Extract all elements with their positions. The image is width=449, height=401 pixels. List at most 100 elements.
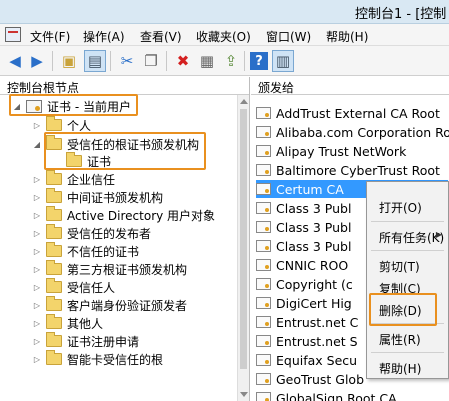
collapsed-triangle-icon[interactable]: ▷ bbox=[32, 301, 42, 310]
context-menu-separator bbox=[371, 352, 444, 353]
collapsed-triangle-icon[interactable]: ▷ bbox=[32, 229, 42, 238]
scroll-thumb[interactable] bbox=[240, 109, 247, 369]
tree-item-label: 证书注册申请 bbox=[67, 334, 140, 349]
menu-action[interactable]: 操作(A) bbox=[83, 28, 125, 45]
export-icon[interactable]: ⇪ bbox=[220, 50, 242, 72]
collapsed-triangle-icon[interactable]: ▷ bbox=[32, 121, 42, 130]
cert-row[interactable]: Baltimore CyberTrust Root bbox=[256, 161, 448, 179]
cert-name: Copyright (c bbox=[276, 276, 353, 292]
cert-row[interactable]: Equifax Secu bbox=[256, 351, 366, 369]
collapsed-triangle-icon[interactable]: ▷ bbox=[32, 355, 42, 364]
title-bar: 控制台1 - [控制 bbox=[0, 0, 449, 24]
tree-item-client-auth-issuers[interactable]: ▷ 客户端身份验证颁发者 bbox=[32, 296, 187, 314]
cut-icon[interactable]: ✂ bbox=[116, 50, 138, 72]
certificate-icon bbox=[256, 335, 271, 347]
tree-item-other-people[interactable]: ▷ 其他人 bbox=[32, 314, 103, 332]
menu-view[interactable]: 查看(V) bbox=[140, 28, 182, 45]
collapsed-triangle-icon[interactable]: ▷ bbox=[32, 283, 42, 292]
context-menu-cut[interactable]: 剪切(T) bbox=[379, 258, 420, 275]
cert-name: Class 3 Publ bbox=[276, 200, 352, 216]
cert-row[interactable]: Class 3 Publ bbox=[256, 199, 366, 217]
cert-name: AddTrust External CA Root bbox=[276, 105, 440, 121]
certificate-icon bbox=[256, 202, 271, 214]
collapsed-triangle-icon[interactable]: ▷ bbox=[32, 319, 42, 328]
tree-item-label: 企业信任 bbox=[67, 172, 116, 187]
collapsed-triangle-icon[interactable]: ▷ bbox=[32, 175, 42, 184]
tree-scrollbar[interactable] bbox=[237, 95, 249, 401]
properties-icon[interactable]: ▦ bbox=[196, 50, 218, 72]
context-menu-separator bbox=[371, 250, 444, 251]
cert-row[interactable]: Class 3 Publ bbox=[256, 237, 366, 255]
show-tree-icon[interactable]: ▤ bbox=[84, 50, 106, 72]
certificate-icon bbox=[256, 183, 271, 195]
certificate-icon bbox=[256, 373, 271, 385]
folder-icon bbox=[46, 350, 62, 365]
up-folder-icon[interactable]: ▣ bbox=[58, 50, 80, 72]
tree-item-label: 智能卡受信任的根 bbox=[67, 352, 164, 367]
copy-icon[interactable]: ❐ bbox=[140, 50, 162, 72]
menu-favorites[interactable]: 收藏夹(O) bbox=[196, 28, 251, 45]
context-menu-help[interactable]: 帮助(H) bbox=[379, 360, 421, 377]
collapsed-triangle-icon[interactable]: ▷ bbox=[32, 247, 42, 256]
help-icon[interactable]: ? bbox=[250, 52, 268, 70]
tree-item-trusted-publishers[interactable]: ▷ 受信任的发布者 bbox=[32, 224, 151, 242]
cert-row[interactable]: Copyright (c bbox=[256, 275, 366, 293]
cert-row[interactable]: CNNIC ROO bbox=[256, 256, 366, 274]
tree-item-smart-card-root[interactable]: ▷ 智能卡受信任的根 bbox=[32, 350, 163, 368]
tree-item-enrollment-requests[interactable]: ▷ 证书注册申请 bbox=[32, 332, 139, 350]
cert-row[interactable]: Entrust.net C bbox=[256, 313, 366, 331]
cert-row[interactable]: Entrust.net S bbox=[256, 332, 366, 350]
context-menu-properties[interactable]: 属性(R) bbox=[379, 331, 421, 348]
collapsed-triangle-icon[interactable]: ▷ bbox=[32, 265, 42, 274]
collapsed-triangle-icon[interactable]: ▷ bbox=[32, 337, 42, 346]
delete-icon[interactable]: ✖ bbox=[172, 50, 194, 72]
certificate-icon bbox=[256, 145, 271, 157]
menu-window[interactable]: 窗口(W) bbox=[266, 28, 311, 45]
folder-icon bbox=[46, 224, 62, 239]
tree-item-untrusted[interactable]: ▷ 不信任的证书 bbox=[32, 242, 139, 260]
context-menu: 打开(O) 所有任务(K) ▶ 剪切(T) 复制(C) 删除(D) 属性(R) … bbox=[366, 181, 449, 379]
tree-item-label: 客户端身份验证颁发者 bbox=[67, 298, 188, 313]
cert-row[interactable]: Class 3 Publ bbox=[256, 218, 366, 236]
scroll-down-icon[interactable] bbox=[240, 392, 248, 397]
folder-icon bbox=[46, 242, 62, 257]
cert-name: CNNIC ROO bbox=[276, 257, 349, 273]
tree-item-label: 受信任的发布者 bbox=[67, 226, 152, 241]
cert-row[interactable]: AddTrust External CA Root bbox=[256, 104, 448, 122]
folder-icon bbox=[46, 188, 62, 203]
column-header-issued-to[interactable]: 颁发给 bbox=[251, 77, 449, 95]
action-pane-icon[interactable]: ▥ bbox=[272, 50, 294, 72]
certificate-icon bbox=[256, 297, 271, 309]
certificate-icon bbox=[256, 354, 271, 366]
toolbar-separator bbox=[110, 51, 111, 71]
cert-row[interactable]: GeoTrust Glob bbox=[256, 370, 366, 388]
forward-arrow-icon[interactable]: ▶ bbox=[26, 50, 48, 72]
tree-item-intermediate-ca[interactable]: ▷ 中间证书颁发机构 bbox=[32, 188, 163, 206]
cert-row[interactable]: DigiCert Hig bbox=[256, 294, 366, 312]
cert-row[interactable]: GlobalSign Root CA bbox=[256, 389, 448, 401]
expanded-triangle-icon[interactable]: ◢ bbox=[32, 140, 42, 149]
menu-help[interactable]: 帮助(H) bbox=[326, 28, 368, 45]
tree-item-active-directory[interactable]: ▷ Active Directory 用户对象 bbox=[32, 206, 215, 224]
certificate-icon bbox=[256, 164, 271, 176]
cert-name: Certum CA bbox=[276, 181, 344, 197]
certificate-icon bbox=[256, 316, 271, 328]
back-arrow-icon[interactable]: ◀ bbox=[4, 50, 26, 72]
tree-item-trusted-people[interactable]: ▷ 受信任人 bbox=[32, 278, 115, 296]
collapsed-triangle-icon[interactable]: ▷ bbox=[32, 193, 42, 202]
context-menu-all-tasks[interactable]: 所有任务(K) bbox=[379, 229, 444, 246]
certificate-icon bbox=[256, 221, 271, 233]
cert-row[interactable]: Alipay Trust NetWork bbox=[256, 142, 448, 160]
collapsed-triangle-icon[interactable]: ▷ bbox=[32, 211, 42, 220]
cert-name: Equifax Secu bbox=[276, 352, 358, 368]
highlight-root-box bbox=[9, 94, 138, 116]
tree-item-enterprise-trust[interactable]: ▷ 企业信任 bbox=[32, 170, 115, 188]
cert-row[interactable]: Alibaba.com Corporation Ro... bbox=[256, 123, 449, 141]
tree-item-label: 个人 bbox=[67, 118, 92, 133]
context-menu-open[interactable]: 打开(O) bbox=[379, 199, 422, 216]
menu-file[interactable]: 文件(F) bbox=[30, 28, 70, 45]
scroll-up-icon[interactable] bbox=[240, 99, 248, 104]
tree-item-third-party-root[interactable]: ▷ 第三方根证书颁发机构 bbox=[32, 260, 187, 278]
console-app-icon[interactable] bbox=[5, 27, 21, 42]
tree-item-label: 其他人 bbox=[67, 316, 104, 331]
